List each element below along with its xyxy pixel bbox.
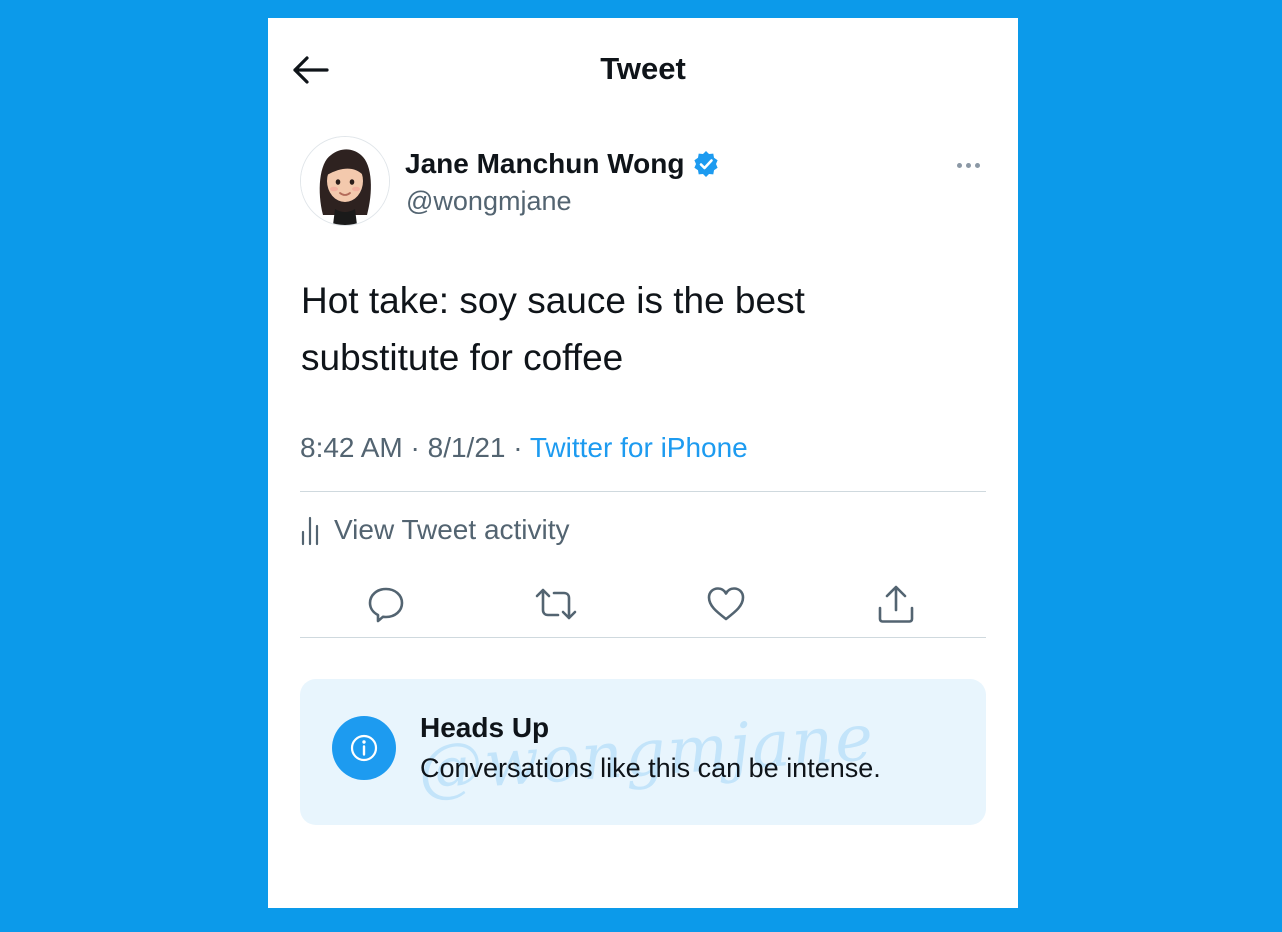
avatar[interactable] <box>300 136 390 226</box>
tweet-date: 8/1/21 <box>427 432 506 463</box>
info-icon <box>350 734 378 762</box>
more-icon <box>956 162 962 168</box>
reply-button[interactable] <box>362 580 410 628</box>
retweet-button[interactable] <box>532 580 580 628</box>
reply-icon <box>368 587 404 623</box>
author-handle[interactable]: @wongmjane <box>406 186 572 217</box>
info-badge <box>332 716 396 780</box>
tweet-actions-bar <box>268 580 1018 628</box>
retweet-icon <box>535 588 577 620</box>
notice-title: Heads Up <box>420 712 550 743</box>
heads-up-notice: @wongmjane Heads Up Conversations like t… <box>300 679 986 825</box>
author-name[interactable]: Jane Manchun Wong <box>405 148 685 180</box>
tweet-text: Hot take: soy sauce is the best substitu… <box>301 280 805 378</box>
meta-separator: · <box>505 432 530 463</box>
view-tweet-activity-button[interactable]: View Tweet activity <box>300 514 570 546</box>
page-title: Tweet <box>600 51 686 86</box>
author-name-row: Jane Manchun Wong <box>405 148 719 180</box>
like-icon <box>707 587 745 621</box>
analytics-icon <box>301 516 319 546</box>
tweet-source-link[interactable]: Twitter for iPhone <box>530 432 748 463</box>
tweet-time: 8:42 AM <box>300 432 403 463</box>
meta-separator: · <box>402 432 428 463</box>
notice-body: Conversations like this can be intense. <box>420 753 881 783</box>
tweet-detail-card: Tweet Jane Manchun Wong @wongmjane Hot t… <box>268 18 1018 908</box>
divider <box>300 637 986 638</box>
memoji-avatar-image <box>301 137 389 225</box>
share-icon <box>878 585 914 623</box>
share-button[interactable] <box>872 580 920 628</box>
divider <box>300 491 986 492</box>
verified-badge-icon <box>693 151 718 177</box>
tweet-metadata: 8:42 AM · 8/1/21 · Twitter for iPhone <box>300 432 748 464</box>
more-options-button[interactable] <box>948 150 988 180</box>
like-button[interactable] <box>702 580 750 628</box>
view-tweet-activity-label: View Tweet activity <box>334 514 570 545</box>
top-bar: Tweet <box>268 18 1018 118</box>
